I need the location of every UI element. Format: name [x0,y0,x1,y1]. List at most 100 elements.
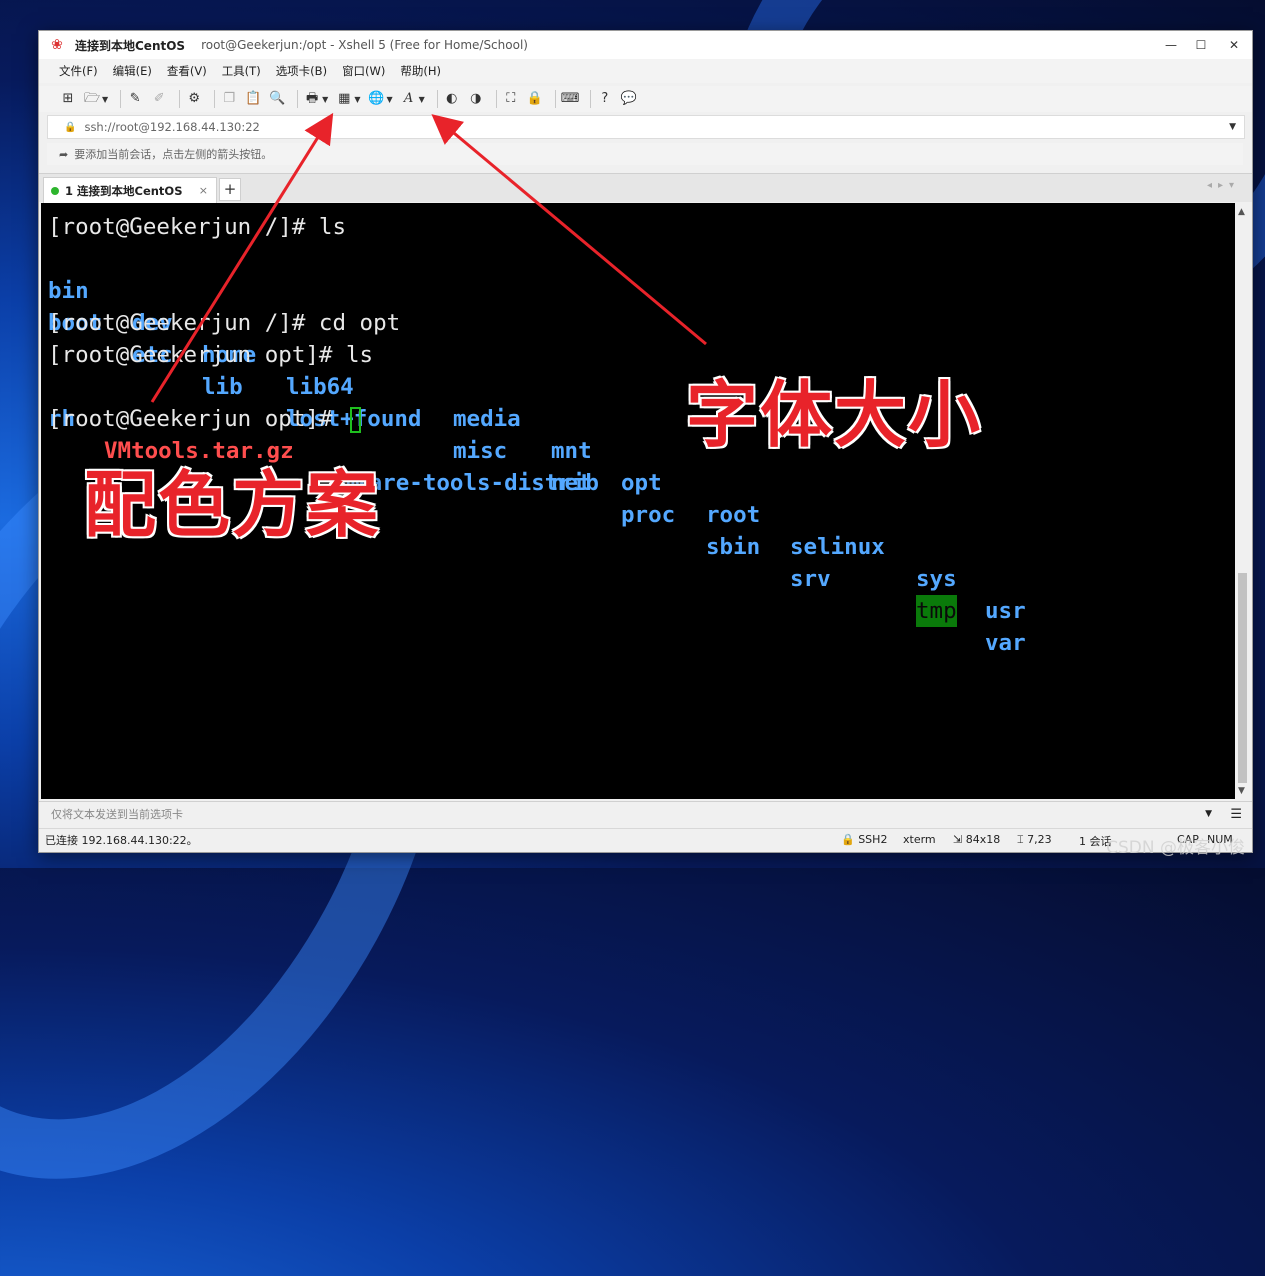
chevron-down-icon[interactable]: ▼ [1229,122,1236,132]
properties-icon[interactable]: ⚙ [185,90,203,108]
terminal-scrollbar[interactable]: ▲ ▼ [1235,203,1250,799]
ls-entry: misc [453,438,508,464]
lock-icon[interactable]: 🔒 [526,90,544,108]
ls-entry: media [453,406,521,432]
xshell-logo-icon: ❀ [51,37,63,53]
color-scheme-icon[interactable]: ▦ [335,90,353,108]
session-hint-text: 要添加当前会话，点击左侧的箭头按钮。 [74,148,273,161]
menu-view[interactable]: 查看(V) [167,63,207,79]
tab-bar: 1 连接到本地CentOS × + ◂▸▾ [39,173,1252,203]
xftp-transfer-icon[interactable]: ◑ [467,90,485,108]
chevron-down-icon[interactable]: ▼ [322,95,328,104]
maximize-button[interactable]: ☐ [1186,31,1216,59]
xftp-icon[interactable]: ◐ [443,90,461,108]
connection-status: 已连接 192.168.44.130:22。 [45,834,198,847]
menu-edit[interactable]: 编辑(E) [113,63,152,79]
fullscreen-icon[interactable]: ⛶ [502,90,520,108]
ls-entry: var [985,630,1026,656]
ls-entry: proc [621,502,676,528]
close-button[interactable]: ✕ [1216,31,1252,59]
new-session-icon[interactable]: ⊞ [59,90,77,108]
minimize-button[interactable]: — [1156,31,1186,59]
terminal-line: [root@Geekerjun opt]# ls [48,342,374,368]
print-icon[interactable]: 🖶 [303,90,321,108]
resize-icon: ⇲ [953,833,963,846]
tab-session-1[interactable]: 1 连接到本地CentOS × [43,177,217,203]
terminal-prompt: [root@Geekerjun opt]# [48,406,347,432]
scroll-up-icon[interactable]: ▲ [1238,207,1245,217]
chevron-down-icon[interactable]: ▼ [1205,809,1212,819]
open-folder-icon[interactable]: 🗁 [83,90,101,108]
add-tab-button[interactable]: + [219,178,241,201]
menu-tabs[interactable]: 选项卡(B) [276,63,327,79]
size-label: 84x18 [965,833,1001,846]
title-bar: ❀ 连接到本地CentOS root@Geekerjun:/opt - Xshe… [39,31,1252,59]
connect-icon[interactable]: ✎ [126,90,144,108]
cursor-position-icon: ⌶ [1017,833,1024,846]
toolbar-divider [589,90,591,108]
paste-icon[interactable]: 📋 [244,90,262,108]
toolbar-divider [297,90,299,108]
ls-entry: selinux [790,534,885,560]
tab-label: 1 连接到本地CentOS [65,183,183,198]
toolbar-divider [214,90,216,108]
disconnect-icon[interactable]: ✐ [150,90,168,108]
protocol-lock-icon: 🔒 [841,833,855,846]
chevron-down-icon[interactable]: ▼ [419,95,425,104]
ls-entry: sys [916,566,957,592]
chevron-down-icon[interactable]: ▼ [386,95,392,104]
find-icon[interactable]: 🔍 [268,90,286,108]
tab-close-icon[interactable]: × [199,184,208,197]
menu-bar: 文件(F) 编辑(E) 查看(V) 工具(T) 选项卡(B) 窗口(W) 帮助(… [39,59,1252,83]
help-icon[interactable]: ? [596,90,614,108]
ls-entry: usr [985,598,1026,624]
tab-scroll-arrows-icon[interactable]: ◂▸▾ [1207,180,1240,191]
terminal-cursor [350,406,362,433]
ls-entry-sticky: tmp [916,595,957,627]
scroll-down-icon[interactable]: ▼ [1238,786,1245,796]
terminal-ls-row: rh VMtools.tar.gz vmware-tools-distrib [48,371,1228,496]
chevron-down-icon[interactable]: ▼ [354,95,360,104]
terminal-ls-row: bin dev home lib64 media mnt opt root se… [48,243,1228,624]
terminal-ls-row: boot etc lib lost+found misc net proc sb… [48,275,1228,656]
ls-entry: opt [621,470,662,496]
menu-file[interactable]: 文件(F) [59,63,98,79]
window-subtitle: root@Geekerjun:/opt - Xshell 5 (Free for… [201,38,528,52]
protocol-status: 🔒 SSH2 [841,833,887,846]
menu-tools[interactable]: 工具(T) [222,63,261,79]
ls-entry: root [706,502,761,528]
keyboard-icon[interactable]: ⌨ [561,90,580,108]
toolbar-divider [120,90,122,108]
address-bar[interactable]: 🔒 ssh://root@192.168.44.130:22 ▼ [47,115,1245,139]
status-bar: 已连接 192.168.44.130:22。 🔒 SSH2 xterm ⇲ 84… [39,828,1252,851]
watermark: CSDN @极客小俊 [1106,838,1245,858]
terminal-line: [root@Geekerjun /]# cd opt [48,310,401,336]
font-icon[interactable]: A [400,90,418,108]
terminal-type: xterm [903,833,936,846]
encoding-globe-icon[interactable]: 🌐 [367,90,385,108]
session-hint-bar: ➦ 要添加当前会话，点击左侧的箭头按钮。 [47,143,1243,165]
menu-window[interactable]: 窗口(W) [342,63,385,79]
toolbar-divider [495,90,497,108]
terminal-size: ⇲ 84x18 [953,833,1000,846]
copy-icon[interactable]: ❐ [220,90,238,108]
window-title: 连接到本地CentOS [75,38,186,53]
address-value[interactable]: ssh://root@192.168.44.130:22 [84,120,259,134]
compose-input[interactable]: 仅将文本发送到当前选项卡 [51,806,183,822]
add-session-arrow-icon[interactable]: ➦ [59,148,68,161]
lock-icon: 🔒 [64,121,77,133]
ls-entry: srv [790,566,831,592]
menu-help[interactable]: 帮助(H) [400,63,441,79]
cursor-position: ⌶ 7,23 [1017,833,1052,847]
ls-entry: mnt [551,438,592,464]
menu-icon[interactable]: ☰ [1230,807,1242,822]
scrollbar-thumb[interactable] [1238,573,1247,783]
chat-icon[interactable]: 💬 [620,90,638,108]
protocol-label: SSH2 [858,833,888,846]
terminal-line: [root@Geekerjun /]# ls [48,214,347,240]
chevron-down-icon[interactable]: ▼ [102,95,108,104]
compose-bar[interactable]: 仅将文本发送到当前选项卡 ▼ ☰ [39,801,1252,826]
cursor-label: 7,23 [1027,833,1052,846]
toolbar-divider [554,90,556,108]
xshell-window: ❀ 连接到本地CentOS root@Geekerjun:/opt - Xshe… [38,30,1253,853]
